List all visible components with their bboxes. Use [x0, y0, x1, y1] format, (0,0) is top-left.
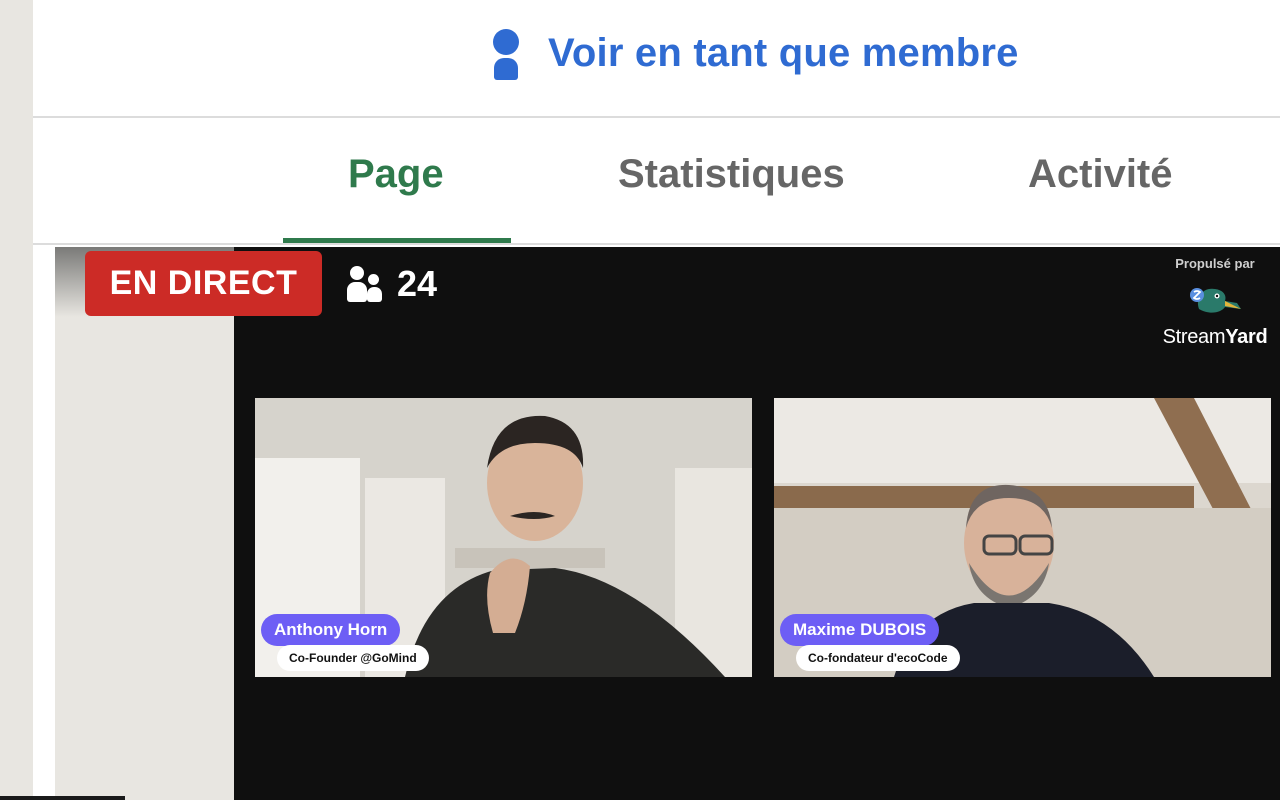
participant-role-tag: Co-Founder @GoMind — [277, 645, 429, 671]
tab-page[interactable]: Page — [348, 152, 444, 197]
streamyard-branding: Propulsé par StreamYard — [1150, 256, 1280, 349]
video-margin — [55, 247, 234, 800]
viewer-count-value: 24 — [397, 263, 438, 304]
person-icon — [490, 25, 522, 81]
streamyard-wordmark: StreamYard — [1162, 326, 1268, 348]
view-as-member-button[interactable]: Voir en tant que membre — [490, 22, 1019, 84]
home-indicator — [0, 796, 125, 800]
participant-role-tag: Co-fondateur d'ecoCode — [796, 645, 960, 671]
streamyard-logo-icon — [1190, 288, 1241, 313]
tab-activite[interactable]: Activité — [1028, 152, 1173, 197]
tabs-divider — [33, 243, 1280, 245]
view-as-member-label: Voir en tant que membre — [548, 30, 1019, 75]
tab-statistiques[interactable]: Statistiques — [618, 152, 845, 197]
window-edge — [0, 0, 33, 800]
powered-by-label: Propulsé par — [1175, 256, 1255, 271]
participant-video-tile: Maxime DUBOIS Co-fondateur d'ecoCode — [774, 398, 1271, 677]
people-icon — [347, 264, 383, 304]
participant-video-tile: Anthony Horn Co-Founder @GoMind — [255, 398, 752, 677]
viewer-count: 24 — [347, 262, 437, 306]
participant-name-tag: Maxime DUBOIS — [780, 614, 940, 646]
header-divider — [33, 116, 1280, 118]
participant-name-tag: Anthony Horn — [261, 614, 401, 646]
live-badge: EN DIRECT — [85, 251, 322, 316]
